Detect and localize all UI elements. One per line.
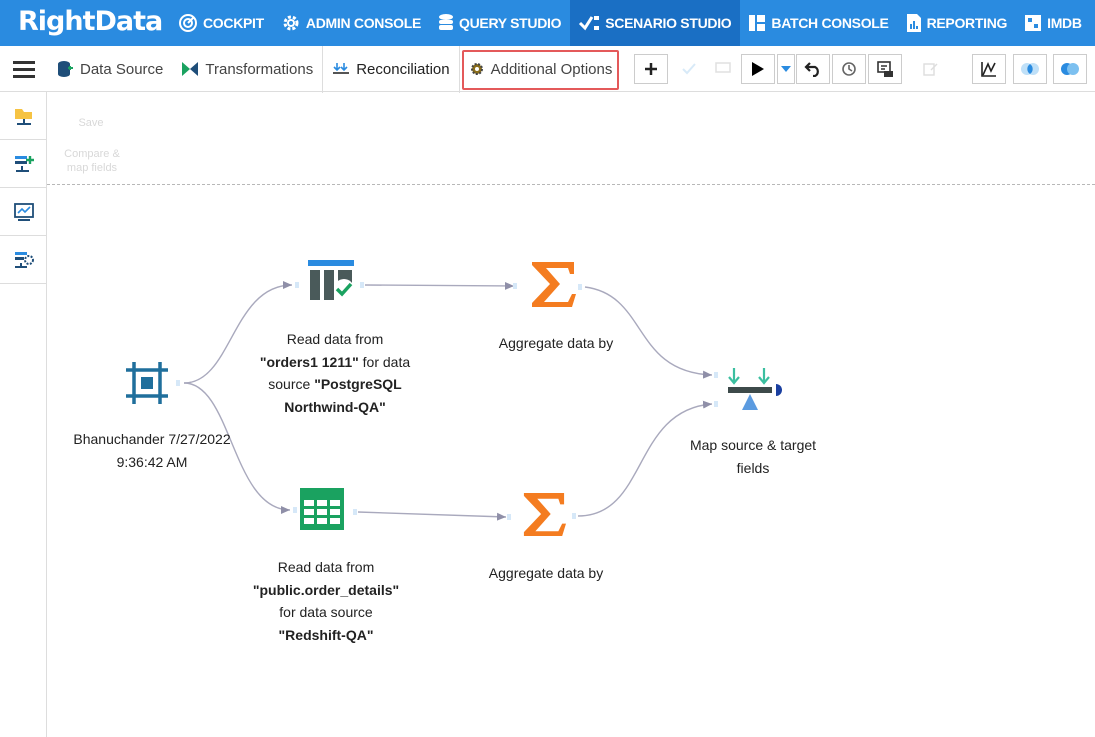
map-fields-node[interactable] [726,366,790,419]
map-fields-label: Map source & target fields [689,437,817,476]
source2-label: Read data from "public.order_details" fo… [252,559,400,643]
source1-label: Read data from "orders1 1211" for data s… [259,331,411,415]
source1-node[interactable] [308,260,356,307]
start-frame-icon [126,362,168,404]
aggregate1-node[interactable] [530,260,576,313]
spreadsheet-icon [300,488,344,530]
aggregate2-node[interactable] [522,490,566,543]
sigma-icon [523,492,566,536]
aggregate2-label: Aggregate data by [488,565,604,581]
start-node[interactable] [124,360,170,411]
sigma-icon [532,262,576,307]
table-check-icon [308,260,354,300]
start-node-label: Bhanuchander 7/27/2022 9:36:42 AM [73,431,231,470]
source2-node[interactable] [300,488,344,535]
reconcile-icon [728,368,782,410]
aggregate1-label: Aggregate data by [498,335,614,351]
